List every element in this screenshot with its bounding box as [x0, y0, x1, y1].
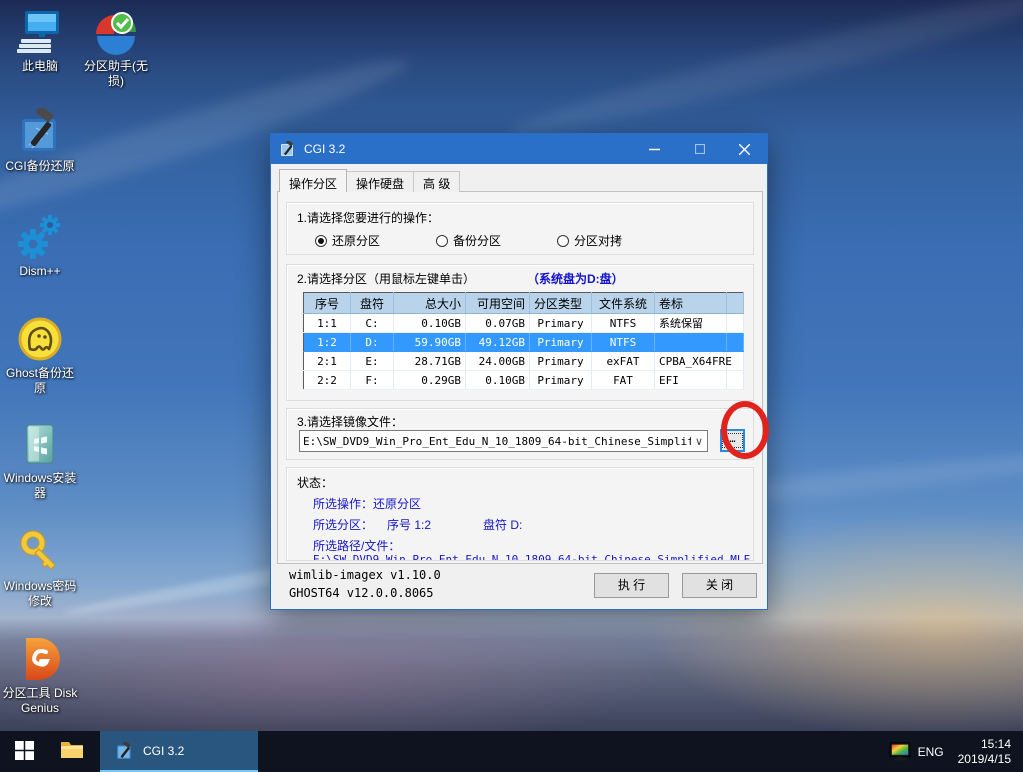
taskbar: CGI 3.2 ENG 15:14 2019/4/15	[0, 731, 1023, 772]
col-header[interactable]: 卷标	[655, 293, 727, 314]
time: 15:14	[958, 737, 1011, 752]
version-ghost: GHOST64 v12.0.0.8065	[289, 586, 434, 600]
chevron-down-icon[interactable]: ∨	[691, 435, 707, 448]
desktop-wallpaper: 此电脑 分区助手(无损) CGI备份还原 Dism++ Ghost备份还原 Wi…	[0, 0, 1023, 772]
display-settings-icon[interactable]	[889, 742, 911, 762]
desktop-icon-partition-assistant[interactable]: 分区助手(无损)	[77, 8, 155, 89]
tab-operate-partition[interactable]: 操作分区	[279, 169, 347, 192]
window-titlebar[interactable]: CGI 3.2	[271, 134, 767, 164]
desktop-icon-label: CGI备份还原	[1, 159, 79, 174]
task-label: CGI 3.2	[143, 744, 184, 758]
desktop-icon-dism[interactable]: Dism++	[1, 213, 79, 279]
file-explorer-button[interactable]	[48, 731, 96, 772]
browse-button[interactable]: …	[720, 429, 745, 452]
desktop-icon-cgi-backup[interactable]: CGI备份还原	[1, 108, 79, 174]
cgi-backup-icon	[16, 108, 64, 156]
radio-copy-partition[interactable]: 分区对拷	[557, 232, 622, 249]
radio-checked-icon	[315, 235, 327, 247]
desktop-icon-label: Windows安装器	[1, 471, 79, 501]
taskbar-task-cgi[interactable]: CGI 3.2	[100, 731, 258, 772]
image-file-group: 3.请选择镜像文件： E:\SW_DVD9_Win_Pro_Ent_Edu_N_…	[286, 408, 754, 460]
radio-label: 备份分区	[453, 232, 501, 249]
col-header[interactable]: 序号	[304, 293, 351, 314]
windows-password-key-icon	[16, 528, 64, 576]
image-path-combobox[interactable]: E:\SW_DVD9_Win_Pro_Ent_Edu_N_10_1809_64-…	[299, 430, 708, 452]
cloud-streak	[505, 0, 1023, 148]
desktop-icon-this-pc[interactable]: 此电脑	[1, 8, 79, 74]
date: 2019/4/15	[958, 752, 1011, 767]
image-path-value: E:\SW_DVD9_Win_Pro_Ent_Edu_N_10_1809_64-…	[300, 435, 691, 448]
cgi-task-icon	[116, 742, 134, 760]
partition-assistant-icon	[92, 8, 140, 56]
radio-unchecked-icon	[557, 235, 569, 247]
tab-advanced[interactable]: 高 级	[413, 171, 460, 192]
desktop-icon-label: 此电脑	[1, 59, 79, 74]
step2-label: 2.请选择分区（用鼠标左键单击）	[297, 272, 475, 286]
desktop-icon-windows-password[interactable]: Windows密码修改	[1, 528, 79, 609]
status-partition: 所选分区：序号 1:2盘符 D:	[313, 516, 522, 533]
version-wimlib: wimlib-imagex v1.10.0	[289, 568, 441, 582]
radio-backup-partition[interactable]: 备份分区	[436, 232, 501, 249]
desktop-icon-windows-installer[interactable]: Windows安装器	[1, 420, 79, 501]
desktop-icon-ghost-backup[interactable]: Ghost备份还原	[1, 315, 79, 396]
desktop-icon-label: Windows密码修改	[1, 579, 79, 609]
table-row[interactable]: 2:2F:0.29GB0.10GBPrimaryFATEFI	[304, 371, 744, 390]
app-icon	[280, 141, 296, 157]
col-header[interactable]: 分区类型	[530, 293, 592, 314]
table-row-selected[interactable]: 1:2D:59.90GB49.12GBPrimaryNTFS	[304, 333, 744, 352]
partition-table[interactable]: 序号 盘符 总大小 可用空间 分区类型 文件系统 卷标 1:1C:0.10GB0…	[303, 292, 744, 390]
table-row[interactable]: 1:1C:0.10GB0.07GBPrimaryNTFS系统保留	[304, 314, 744, 333]
window-title: CGI 3.2	[304, 142, 345, 156]
this-pc-icon	[16, 8, 64, 56]
table-row[interactable]: 2:1E:28.71GB24.00GBPrimaryexFATCPBA_X64F…	[304, 352, 744, 371]
system-tray: ENG 15:14 2019/4/15	[889, 731, 1023, 772]
status-operation: 所选操作：还原分区	[313, 495, 421, 512]
step1-label: 1.请选择您要进行的操作：	[297, 209, 439, 226]
clock[interactable]: 15:14 2019/4/15	[958, 737, 1011, 767]
desktop-icon-diskgenius[interactable]: 分区工具 DiskGenius	[1, 635, 79, 716]
dism-gears-icon	[16, 213, 64, 261]
radio-label: 还原分区	[332, 232, 380, 249]
desktop-icon-label: Dism++	[1, 264, 79, 279]
close-dialog-button[interactable]: 关 闭	[682, 573, 757, 598]
close-button[interactable]	[722, 134, 767, 164]
execute-button[interactable]: 执 行	[594, 573, 669, 598]
browse-dots: …	[722, 433, 743, 448]
language-indicator[interactable]: ENG	[918, 745, 944, 759]
status-group: 状态： 所选操作：还原分区 所选分区：序号 1:2盘符 D: 所选路径/文件： …	[286, 467, 754, 561]
col-header[interactable]: 盘符	[351, 293, 394, 314]
partition-group: 2.请选择分区（用鼠标左键单击） （系统盘为D:盘） 序号 盘符 总大小 可用空间…	[286, 264, 754, 401]
start-button[interactable]	[0, 731, 48, 772]
col-header[interactable]: 可用空间	[466, 293, 530, 314]
col-header[interactable]: 文件系统	[592, 293, 655, 314]
desktop-icon-label: Ghost备份还原	[1, 366, 79, 396]
maximize-button[interactable]	[677, 134, 722, 164]
desktop-icon-label: 分区助手(无损)	[77, 59, 155, 89]
diskgenius-icon	[16, 635, 64, 683]
status-path-label: 所选路径/文件：	[313, 537, 400, 554]
tab-strip: 操作分区 操作硬盘 高 级	[279, 171, 459, 192]
tab-page: 1.请选择您要进行的操作： 还原分区 备份分区 分区对拷 2.请选择分区（用鼠标…	[277, 191, 763, 564]
windows-logo-icon	[15, 741, 34, 763]
minimize-button[interactable]	[632, 134, 677, 164]
system-disk-link[interactable]: （系统盘为D:盘）	[533, 272, 624, 286]
operation-group: 1.请选择您要进行的操作： 还原分区 备份分区 分区对拷	[286, 202, 754, 255]
radio-label: 分区对拷	[574, 232, 622, 249]
status-title: 状态：	[297, 474, 333, 491]
desktop-icon-label: 分区工具 DiskGenius	[1, 686, 79, 716]
radio-restore-partition[interactable]: 还原分区	[315, 232, 380, 249]
windows-installer-icon	[16, 420, 64, 468]
radio-unchecked-icon	[436, 235, 448, 247]
folder-icon	[60, 740, 84, 763]
step3-label: 3.请选择镜像文件：	[297, 413, 403, 430]
table-header-row: 序号 盘符 总大小 可用空间 分区类型 文件系统 卷标	[304, 293, 744, 314]
col-header[interactable]: 总大小	[394, 293, 466, 314]
col-header-empty	[727, 293, 744, 314]
ghost-icon	[16, 315, 64, 363]
status-path-value: E:\SW_DVD9_Win_Pro_Ent_Edu_N_10_1809_64-…	[313, 553, 754, 561]
tab-operate-disk[interactable]: 操作硬盘	[346, 171, 414, 192]
cgi-window: CGI 3.2 操作分区 操作硬盘 高 级 1.请选择您要进行的操作： 还原分区…	[270, 133, 768, 610]
